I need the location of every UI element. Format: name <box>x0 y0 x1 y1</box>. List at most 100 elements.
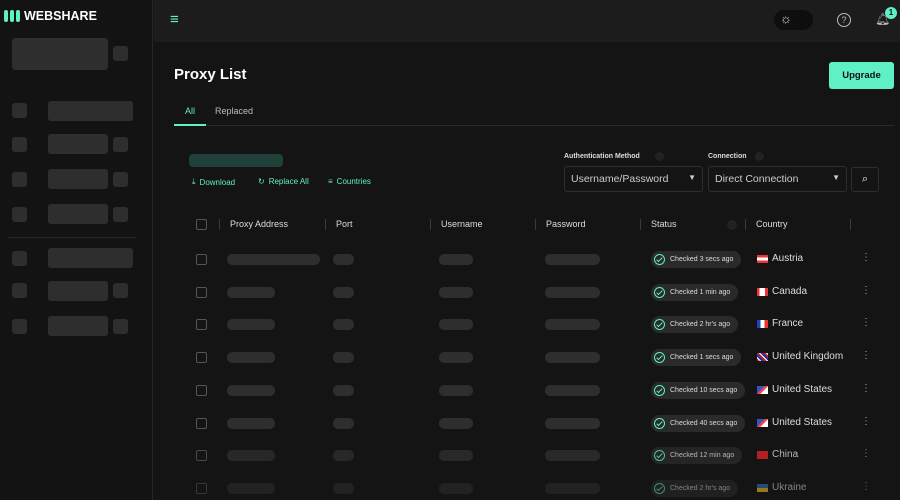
row-menu-icon[interactable]: ⋮ <box>861 317 871 328</box>
sun-icon: ☼ <box>780 11 792 26</box>
proxy-address-skeleton <box>227 385 275 396</box>
country-name: United Kingdom <box>772 351 844 362</box>
column-separator <box>219 219 220 230</box>
row-menu-icon[interactable]: ⋮ <box>861 285 871 296</box>
proxy-address-skeleton <box>227 450 275 461</box>
sidebar-item-skeleton[interactable] <box>12 137 27 152</box>
info-icon[interactable] <box>755 152 764 161</box>
info-icon[interactable] <box>727 220 737 230</box>
column-separator <box>850 219 851 230</box>
flag-icon <box>757 418 768 427</box>
sidebar-item-skeleton[interactable] <box>48 204 108 224</box>
password-skeleton <box>545 254 600 265</box>
country-name: France <box>772 318 804 329</box>
status-badge: Checked 3 secs ago <box>651 251 742 268</box>
hamburger-menu-icon[interactable]: ≡ <box>170 11 179 28</box>
info-icon[interactable] <box>655 152 664 161</box>
row-checkbox[interactable] <box>196 483 207 494</box>
country-name: Ukraine <box>772 482 807 493</box>
sidebar-item-skeleton[interactable] <box>48 134 108 154</box>
sidebar-item-skeleton[interactable] <box>12 319 27 334</box>
sidebar-item-skeleton[interactable] <box>12 207 27 222</box>
status-text: Checked 12 min ago <box>670 452 735 459</box>
auth-method-select[interactable]: Username/Password ▼ <box>564 166 703 192</box>
sidebar-item-skeleton[interactable] <box>48 281 108 301</box>
row-checkbox[interactable] <box>196 352 207 363</box>
password-skeleton <box>545 483 600 494</box>
password-skeleton <box>545 352 600 363</box>
port-skeleton <box>333 352 354 363</box>
row-menu-icon[interactable]: ⋮ <box>861 252 871 263</box>
sidebar-item-skeleton[interactable] <box>48 316 108 336</box>
flag-icon <box>757 319 768 328</box>
row-menu-icon[interactable]: ⋮ <box>861 383 871 394</box>
search-button[interactable]: ⌕ <box>851 167 879 192</box>
select-all-checkbox[interactable] <box>196 219 207 230</box>
sidebar-item-skeleton[interactable] <box>48 101 133 121</box>
column-header-country[interactable]: Country <box>756 219 788 229</box>
row-checkbox[interactable] <box>196 287 207 298</box>
port-skeleton <box>333 319 354 330</box>
country-cell: United Kingdom <box>757 351 843 362</box>
check-circle-icon <box>654 418 665 429</box>
sidebar-item-skeleton[interactable] <box>48 248 133 268</box>
proxy-count-skeleton <box>189 154 283 167</box>
column-header-port[interactable]: Port <box>336 219 353 229</box>
row-menu-icon[interactable]: ⋮ <box>861 481 871 492</box>
sidebar-account-skeleton <box>12 38 108 70</box>
row-checkbox[interactable] <box>196 450 207 461</box>
tab-replaced[interactable]: Replaced <box>215 106 253 116</box>
column-separator <box>535 219 536 230</box>
theme-toggle[interactable]: ☼ <box>774 10 813 30</box>
row-checkbox[interactable] <box>196 254 207 265</box>
row-menu-icon[interactable]: ⋮ <box>861 448 871 459</box>
flag-icon <box>757 287 768 296</box>
logo[interactable]: WEBSHARE <box>4 9 97 23</box>
sidebar-item-skeleton[interactable] <box>12 283 27 298</box>
port-skeleton <box>333 385 354 396</box>
country-name: Canada <box>772 286 808 297</box>
connection-select[interactable]: Direct Connection ▼ <box>708 166 847 192</box>
auth-method-label: Authentication Method <box>564 153 640 160</box>
upgrade-button[interactable]: Upgrade <box>829 62 894 89</box>
sidebar-item-skeleton[interactable] <box>12 251 27 266</box>
port-skeleton <box>333 254 354 265</box>
row-menu-icon[interactable]: ⋮ <box>861 416 871 427</box>
help-icon[interactable]: ? <box>837 13 851 27</box>
status-text: Checked 2 hr's ago <box>670 485 731 492</box>
replace-all-label: Replace All <box>268 177 309 186</box>
download-button[interactable]: ⤓ Download <box>192 177 235 187</box>
refresh-icon: ↻ <box>258 177 265 186</box>
check-circle-icon <box>654 352 665 363</box>
proxy-address-skeleton <box>227 319 275 330</box>
row-checkbox[interactable] <box>196 385 207 396</box>
column-header-username[interactable]: Username <box>441 219 483 229</box>
column-separator <box>325 219 326 230</box>
port-skeleton <box>333 483 354 494</box>
status-text: Checked 3 secs ago <box>670 256 734 263</box>
status-badge: Checked 1 min ago <box>651 284 739 301</box>
flag-icon <box>757 352 768 361</box>
row-menu-icon[interactable]: ⋮ <box>861 350 871 361</box>
download-label: Download <box>199 177 236 187</box>
webshare-logo-icon <box>4 10 20 22</box>
search-icon: ⌕ <box>861 173 869 185</box>
check-circle-icon <box>654 319 665 330</box>
column-header-proxy-address[interactable]: Proxy Address <box>230 219 288 229</box>
sidebar-item-skeleton[interactable] <box>12 103 27 118</box>
sidebar-item-skeleton[interactable] <box>12 172 27 187</box>
row-checkbox[interactable] <box>196 319 207 330</box>
country-name: Austria <box>772 253 804 264</box>
column-header-status[interactable]: Status <box>651 219 677 229</box>
password-skeleton <box>545 385 600 396</box>
countries-filter-button[interactable]: ≡ Countries <box>328 177 371 186</box>
country-cell: United States <box>757 384 832 395</box>
flag-icon <box>757 450 768 459</box>
replace-all-button[interactable]: ↻ Replace All <box>258 177 309 186</box>
dropdown-arrow-icon: ▼ <box>832 173 840 182</box>
column-header-password[interactable]: Password <box>546 219 586 229</box>
country-cell: China <box>757 449 798 460</box>
row-checkbox[interactable] <box>196 418 207 429</box>
sidebar-item-skeleton[interactable] <box>48 169 108 189</box>
tab-all[interactable]: All <box>174 106 206 116</box>
